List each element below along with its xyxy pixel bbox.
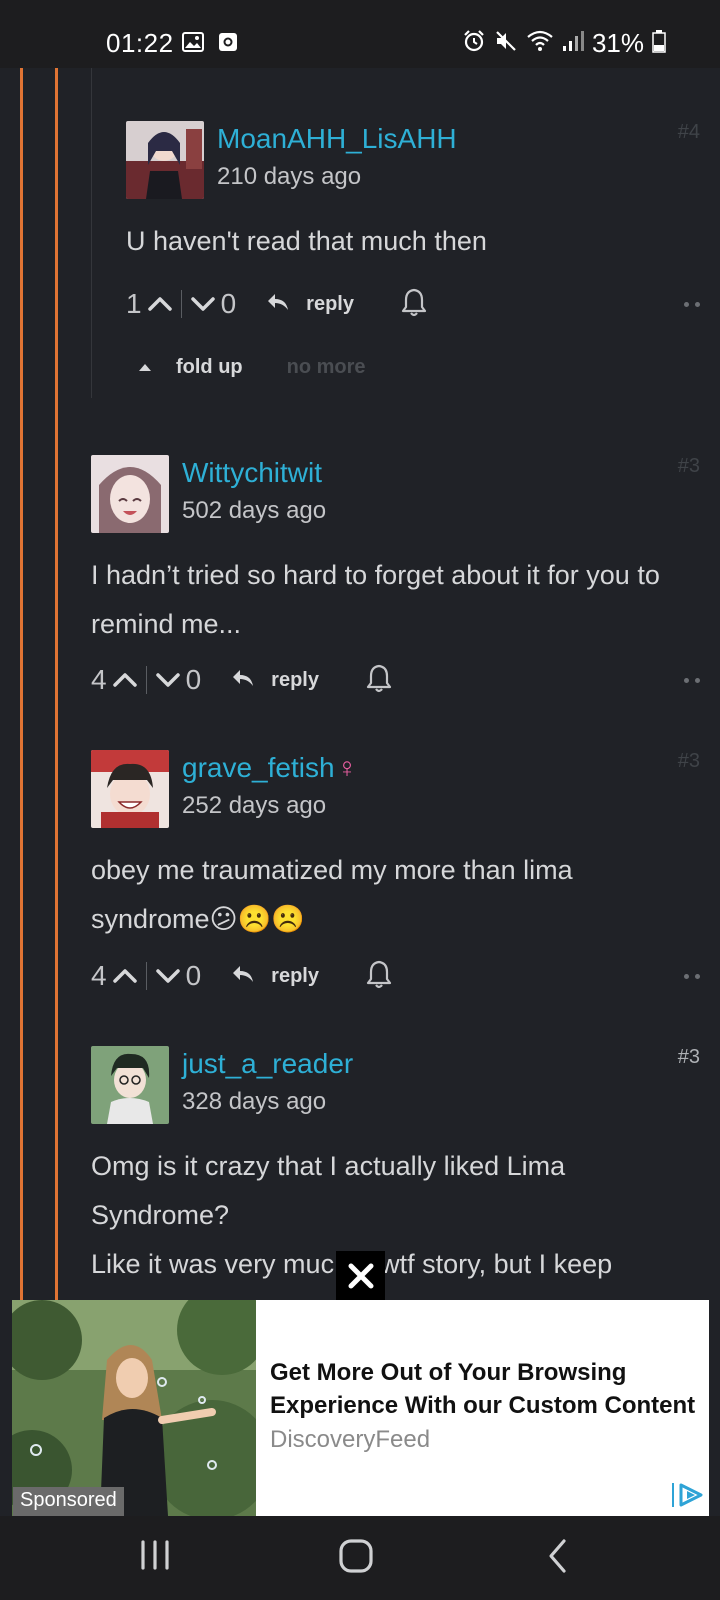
comment-body: U haven't read that much then (126, 226, 487, 256)
more-options-icon[interactable] (684, 301, 700, 307)
no-more-label: no more (286, 356, 366, 378)
screen-record-icon (218, 32, 238, 57)
ad-image: Sponsored (12, 1300, 272, 1516)
avatar[interactable] (126, 121, 204, 199)
comment-actions: 4 0 reply (91, 660, 700, 700)
mute-icon (494, 29, 518, 58)
signal-icon (562, 29, 584, 58)
upvote-count: 4 (91, 664, 107, 695)
status-time: 01:22 (106, 28, 174, 58)
gallery-icon (182, 32, 204, 57)
reply-button[interactable]: reply (231, 667, 319, 694)
timestamp: 252 days ago (182, 792, 327, 819)
avatar[interactable] (91, 750, 169, 828)
thread-indent-line (20, 68, 23, 1300)
comment-body-line: Omg is it crazy that I actually liked Li… (91, 1151, 566, 1230)
vote-divider (145, 666, 147, 694)
upvote-icon[interactable] (111, 962, 139, 990)
comment-actions: 4 0 reply (91, 956, 700, 996)
reply-label: reply (306, 292, 354, 315)
reply-icon (231, 963, 255, 990)
timestamp: 502 days ago (182, 497, 327, 524)
comments-thread[interactable]: MoanAHH_LisAHH 210 days ago #4 U haven't… (0, 68, 720, 1300)
comment-rank: #3 (677, 750, 700, 772)
comment: just_a_reader 328 days ago #3 Omg is it … (91, 1046, 700, 1300)
more-options-icon[interactable] (684, 973, 700, 979)
reply-icon (231, 667, 255, 694)
comment-rank: #3 (677, 455, 700, 477)
comment: MoanAHH_LisAHH 210 days ago #4 U haven't… (126, 121, 700, 361)
battery-percent: 31% (591, 28, 644, 58)
downvote-count: 0 (220, 288, 237, 319)
comment: Wittychitwit 502 days ago #3 I hadn’t tr… (91, 455, 700, 725)
avatar[interactable] (91, 1046, 169, 1124)
vote-divider (145, 962, 147, 990)
upvote-count: 4 (91, 960, 107, 991)
timestamp: 328 days ago (182, 1088, 327, 1115)
comment-rank: #3 (677, 1046, 700, 1068)
thread-indent-line (91, 68, 92, 398)
thread-indent-line (55, 68, 58, 1300)
sponsored-ad[interactable]: Sponsored Get More Out of Your Browsing … (12, 1300, 709, 1516)
username[interactable]: Wittychitwit (182, 457, 322, 489)
home-icon[interactable] (338, 1538, 374, 1579)
upvote-icon[interactable] (111, 666, 139, 694)
reply-label: reply (271, 964, 319, 987)
reply-label: reply (271, 668, 319, 691)
username[interactable]: MoanAHH_LisAHH (217, 123, 457, 155)
comment: grave_fetish♀ 252 days ago #3 obey me tr… (91, 750, 700, 1020)
username[interactable]: grave_fetish♀ (182, 752, 358, 784)
downvote-count: 0 (185, 960, 202, 991)
reply-icon (266, 291, 290, 318)
ad-title[interactable]: Get More Out of Your Browsing Experience… (270, 1356, 706, 1422)
downvote-count: 0 (185, 664, 202, 695)
comment-body: obey me traumatized my more than lima sy… (91, 855, 573, 934)
comment-rank: #4 (677, 121, 700, 143)
back-icon[interactable] (546, 1538, 570, 1579)
ad-source: DiscoveryFeed (270, 1426, 431, 1453)
sponsored-label: Sponsored (13, 1487, 124, 1516)
recent-apps-icon[interactable] (139, 1538, 171, 1577)
more-options-icon[interactable] (684, 677, 700, 683)
comment-body: I hadn’t tried so hard to forget about i… (91, 560, 660, 639)
ad-close-button[interactable] (336, 1251, 385, 1300)
reply-button[interactable]: reply (231, 963, 319, 990)
notification-bell-icon[interactable] (365, 959, 393, 994)
downvote-icon[interactable] (189, 290, 217, 318)
avatar[interactable] (91, 455, 169, 533)
ad-choices-icon[interactable] (671, 1481, 705, 1514)
upvote-count: 1 (126, 288, 142, 319)
upvote-icon[interactable] (146, 290, 174, 318)
close-icon (348, 1263, 373, 1288)
timestamp: 210 days ago (217, 163, 362, 190)
downvote-icon[interactable] (154, 666, 182, 694)
comment-actions: 1 0 reply (126, 284, 700, 324)
fold-up-icon[interactable] (138, 359, 152, 377)
downvote-icon[interactable] (154, 962, 182, 990)
female-gender-icon: ♀ (336, 752, 358, 783)
alarm-icon (462, 29, 486, 58)
notification-bell-icon[interactable] (365, 663, 393, 698)
notification-bell-icon[interactable] (400, 287, 428, 322)
reply-button[interactable]: reply (266, 291, 354, 318)
fold-row: fold up no more (138, 356, 366, 379)
username-text: grave_fetish (182, 752, 335, 783)
username[interactable]: just_a_reader (182, 1048, 353, 1080)
vote-divider (180, 290, 182, 318)
battery-icon (652, 29, 666, 58)
status-bar: 01:22 31% (0, 0, 720, 68)
system-nav-bar (0, 1516, 720, 1600)
fold-up-button[interactable]: fold up (176, 356, 243, 379)
wifi-icon (526, 29, 554, 58)
